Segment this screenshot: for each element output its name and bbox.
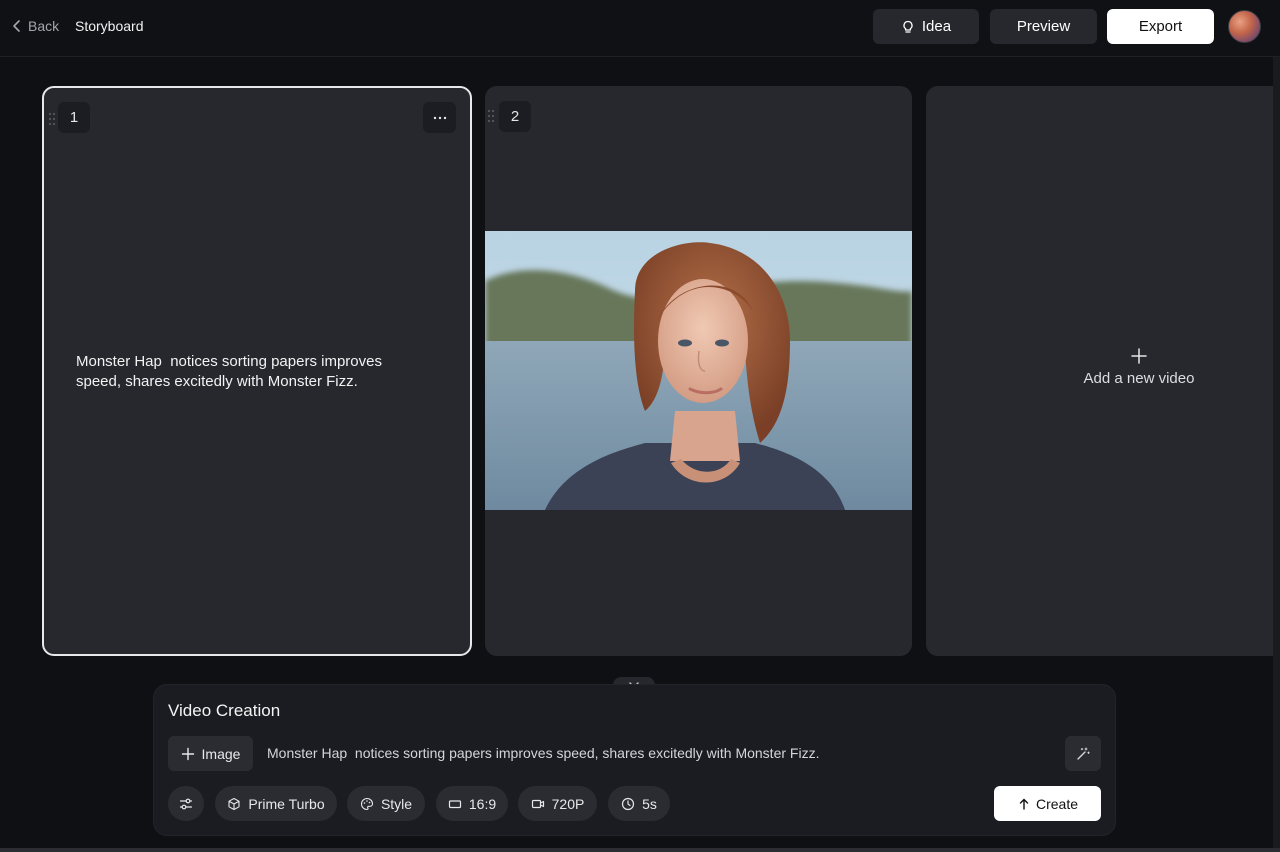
panel-title: Video Creation	[168, 701, 281, 720]
create-button[interactable]: Create	[994, 786, 1101, 821]
aspect-ratio-icon	[448, 799, 461, 808]
export-button[interactable]: Export	[1107, 9, 1214, 44]
scene-number: 1	[58, 102, 90, 133]
palette-icon	[360, 797, 373, 810]
style-selector[interactable]: Style	[347, 786, 425, 821]
drag-handle-icon[interactable]	[487, 109, 495, 123]
bottom-edge	[0, 848, 1280, 852]
avatar[interactable]	[1228, 10, 1261, 43]
style-label: Style	[380, 795, 413, 812]
preview-label: Preview	[1016, 18, 1071, 35]
create-label: Create	[1035, 795, 1079, 812]
more-icon	[433, 116, 446, 119]
chevron-left-icon	[13, 20, 20, 32]
scene-number: 2	[499, 101, 531, 132]
add-video-card[interactable]: Add a new video	[926, 86, 1280, 656]
preview-button[interactable]: Preview	[990, 9, 1097, 44]
image-label: Image	[201, 745, 241, 762]
idea-button[interactable]: Idea	[873, 9, 979, 44]
arrow-up-icon	[1019, 798, 1029, 810]
add-video-button[interactable]: Add a new video	[926, 348, 1280, 387]
scene-card-2[interactable]: 2	[485, 86, 912, 656]
video-camera-icon	[531, 799, 544, 808]
drag-handle-icon[interactable]	[48, 112, 56, 126]
portrait-image	[485, 231, 912, 510]
scene-description: Monster Hap notices sorting papers impro…	[76, 353, 387, 390]
resolution-label: 720P	[551, 795, 585, 812]
video-creation-panel: Video Creation Image Monster Hap notices…	[153, 684, 1116, 836]
scene-thumbnail[interactable]	[485, 231, 912, 510]
add-video-label: Add a new video	[1083, 370, 1195, 387]
prompt-input[interactable]: Monster Hap notices sorting papers impro…	[267, 745, 819, 761]
page-title: Storyboard	[75, 18, 144, 34]
back-button[interactable]: Back	[10, 16, 59, 36]
duration-selector[interactable]: 5s	[608, 786, 670, 821]
top-bar: Back Storyboard Idea Preview Export	[0, 0, 1280, 57]
scene-card-1[interactable]: 1 Monster Hap notices sorting papers imp…	[42, 86, 472, 656]
more-options-button[interactable]	[423, 102, 456, 133]
cube-icon	[228, 797, 240, 810]
settings-button[interactable]	[168, 786, 204, 821]
ratio-label: 16:9	[468, 795, 497, 812]
enhance-prompt-button[interactable]	[1065, 736, 1101, 771]
model-label: Prime Turbo	[248, 795, 325, 812]
magic-wand-icon	[1077, 747, 1090, 760]
lightbulb-icon	[903, 20, 913, 33]
resolution-selector[interactable]: 720P	[518, 786, 597, 821]
idea-label: Idea	[921, 18, 952, 35]
add-image-button[interactable]: Image	[168, 736, 253, 771]
plus-icon	[181, 747, 194, 760]
sliders-icon	[179, 798, 193, 809]
plus-icon	[1131, 348, 1147, 364]
export-label: Export	[1138, 18, 1183, 35]
model-selector[interactable]: Prime Turbo	[215, 786, 337, 821]
aspect-ratio-selector[interactable]: 16:9	[436, 786, 508, 821]
clock-icon	[621, 797, 635, 810]
back-label: Back	[28, 18, 60, 34]
duration-label: 5s	[642, 795, 657, 812]
scrollbar[interactable]	[1273, 57, 1280, 852]
